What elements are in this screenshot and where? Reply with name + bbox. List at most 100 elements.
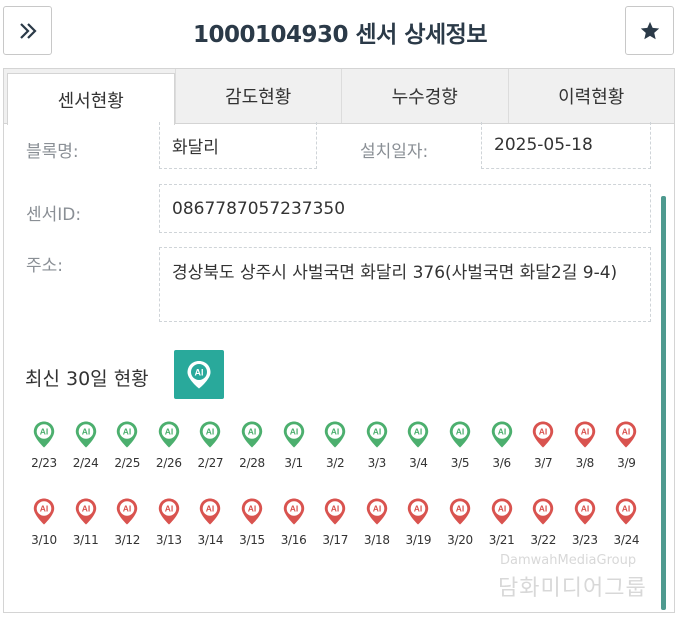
tab-leak-trend[interactable]: 누수경향 (341, 69, 508, 123)
day-status-normal[interactable]: AI 2/27 (189, 420, 231, 470)
sensor-id-label: 센서ID: (26, 205, 82, 225)
day-status-leak[interactable]: AI 3/16 (273, 497, 315, 547)
page-title: 1000104930 센서 상세정보 (192, 22, 488, 48)
day-date-label: 3/21 (488, 533, 515, 547)
pin-text: AI (497, 427, 506, 437)
ai-pin-icon: AI (158, 498, 179, 525)
pin-text: AI (497, 504, 506, 514)
day-date-label: 3/7 (533, 456, 553, 470)
pin-text: AI (622, 504, 631, 514)
tab-history-status[interactable]: 이력현황 (507, 69, 675, 123)
day-date-label: 3/2 (325, 456, 345, 470)
day-date-label: 2/26 (155, 456, 182, 470)
ai-pin-icon: AI (33, 421, 55, 448)
ai-pin-icon: AI (241, 498, 263, 525)
scrollbar[interactable] (661, 196, 666, 610)
sensor-id-value: 0867787057237350 (159, 184, 651, 233)
day-date-label: 3/10 (31, 533, 57, 547)
day-date-label: 2/28 (239, 456, 265, 470)
day-status-normal[interactable]: AI 2/25 (106, 420, 148, 470)
day-status-leak[interactable]: AI 3/21 (481, 497, 523, 547)
ai-pin-icon: AI (200, 421, 221, 448)
day-status-leak[interactable]: AI 3/10 (23, 497, 65, 547)
day-status-leak[interactable]: AI 3/17 (314, 497, 356, 547)
tab-bar: 센서현황 감도현황 누수경향 이력현황 (4, 69, 675, 125)
day-date-label: 2/23 (31, 456, 57, 470)
pin-text: AI (414, 504, 423, 514)
day-date-label: 3/11 (72, 533, 99, 547)
pin-text: AI (289, 504, 298, 514)
pin-text: AI (622, 427, 631, 437)
day-status-normal[interactable]: AI 3/2 (314, 420, 356, 470)
ai-pin-icon: AI (324, 421, 346, 448)
pin-text: AI (81, 504, 90, 514)
ai-pin-icon: AI (200, 498, 221, 525)
day-status-leak[interactable]: AI 3/20 (439, 497, 481, 547)
pin-text: AI (40, 427, 49, 437)
ai-pin-icon: AI (408, 498, 429, 525)
day-date-label: 3/18 (363, 533, 390, 547)
day-status-leak[interactable]: AI 3/9 (605, 420, 647, 470)
day-date-label: 3/12 (114, 533, 141, 547)
block-name-label: 블록명: (26, 142, 79, 162)
day-date-label: 3/4 (409, 456, 428, 470)
day-date-label: 3/23 (571, 533, 598, 547)
ai-pin-icon: AI (116, 421, 138, 448)
day-status-normal[interactable]: AI 3/6 (481, 420, 523, 470)
tab-sensitivity-status[interactable]: 감도현황 (174, 69, 342, 123)
day-status-leak[interactable]: AI 3/7 (522, 420, 564, 470)
day-status-leak[interactable]: AI 3/14 (189, 497, 231, 547)
favorite-button[interactable] (625, 6, 674, 55)
day-date-label: 3/8 (575, 456, 595, 470)
ai-pin-icon: AI (241, 421, 263, 448)
day-status-leak[interactable]: AI 3/24 (605, 497, 647, 547)
day-date-label: 3/15 (239, 533, 265, 547)
day-status-leak[interactable]: AI 3/23 (564, 497, 606, 547)
day-status-normal[interactable]: AI 3/4 (397, 420, 439, 470)
day-status-leak[interactable]: AI 3/18 (356, 497, 398, 547)
day-status-leak[interactable]: AI 3/11 (65, 497, 107, 547)
day-status-leak[interactable]: AI 3/15 (231, 497, 273, 547)
ai-pin-icon: AI (283, 498, 304, 525)
day-date-label: 3/22 (530, 533, 557, 547)
pin-text: AI (248, 427, 257, 437)
day-status-leak[interactable]: AI 3/19 (397, 497, 439, 547)
day-status-leak[interactable]: AI 3/22 (522, 497, 564, 547)
pin-text: AI (581, 504, 590, 514)
day-status-normal[interactable]: AI 2/28 (231, 420, 273, 470)
address-label: 주소: (26, 256, 64, 276)
pin-text: AI (81, 427, 90, 437)
pin-text: AI (373, 427, 382, 437)
ai-pin-icon: AI (283, 421, 304, 448)
day-status-leak[interactable]: AI 3/12 (106, 497, 148, 547)
day-date-label: 3/16 (280, 533, 307, 547)
pin-text: AI (206, 427, 215, 437)
day-status-leak[interactable]: AI 3/13 (148, 497, 190, 547)
pin-text: AI (539, 427, 548, 437)
pin-text: AI (123, 504, 132, 514)
day-date-label: 3/13 (155, 533, 182, 547)
day-date-label: 2/27 (197, 456, 224, 470)
watermark-korean: 담화미디어그룹 (498, 576, 647, 601)
header: 1000104930 센서 상세정보 (0, 0, 680, 64)
install-date-label: 설치일자: (360, 142, 429, 162)
ai-pin-icon: AI (532, 421, 554, 448)
day-status-normal[interactable]: AI 2/23 (23, 420, 65, 470)
day-status-normal[interactable]: AI 3/1 (273, 420, 315, 470)
ai-pin-icon: AI (616, 421, 637, 448)
ai-pin-icon: AI (616, 498, 637, 525)
day-status-normal[interactable]: AI 3/5 (439, 420, 481, 470)
day-status-normal[interactable]: AI 2/26 (148, 420, 190, 470)
day-status-normal[interactable]: AI 3/3 (356, 420, 398, 470)
pin-text: AI (331, 427, 340, 437)
ai-pin-icon: AI (449, 498, 471, 525)
ai-analysis-button[interactable]: AI (174, 350, 224, 399)
day-status-normal[interactable]: AI 2/24 (65, 420, 107, 470)
ai-pin-icon: AI (324, 498, 346, 525)
block-name-value: 화달리 (159, 122, 317, 169)
tab-sensor-status[interactable]: 센서현황 (7, 73, 175, 125)
day-date-label: 2/25 (114, 456, 141, 470)
day-status-leak[interactable]: AI 3/8 (564, 420, 606, 470)
day-date-label: 3/14 (197, 533, 224, 547)
pin-text: AI (40, 504, 49, 514)
